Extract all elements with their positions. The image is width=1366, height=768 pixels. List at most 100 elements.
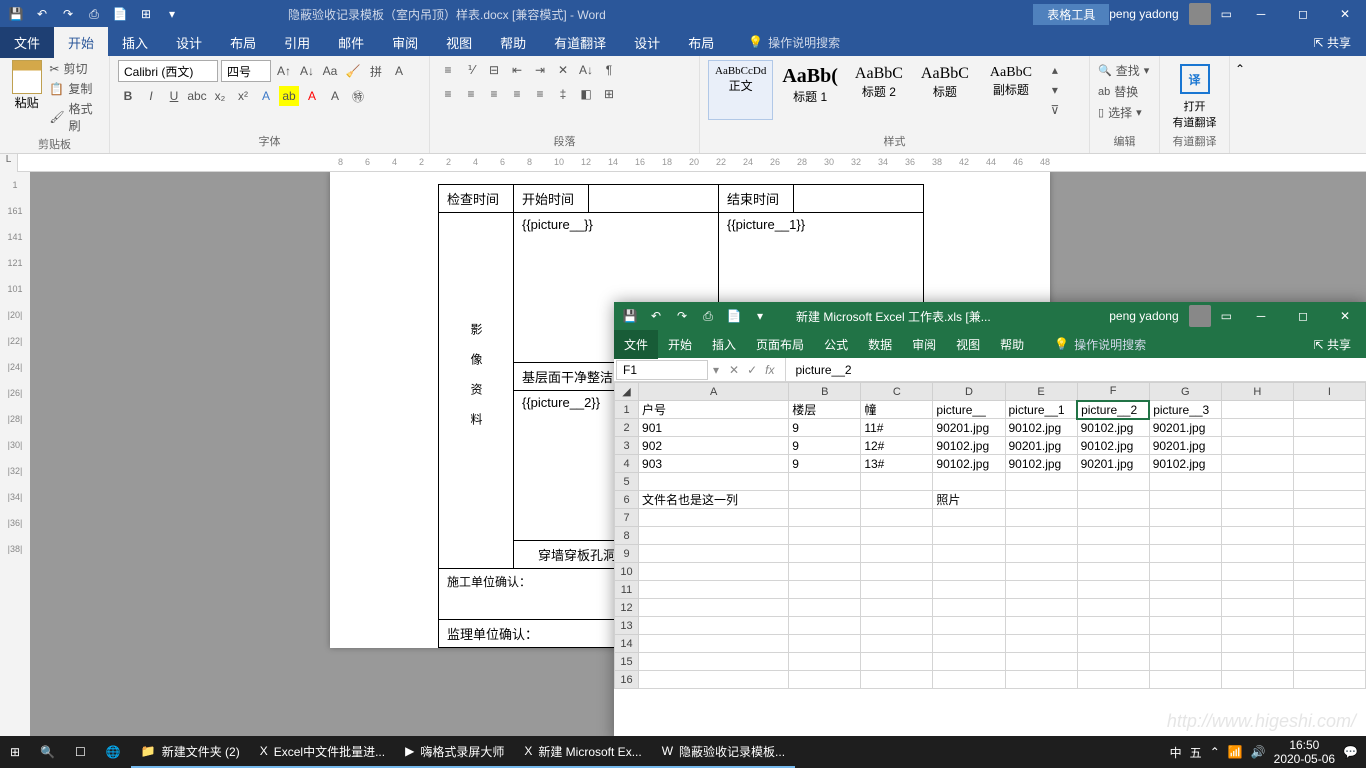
cell-C2[interactable]: 11# bbox=[861, 419, 933, 437]
cell-E15[interactable] bbox=[1005, 653, 1077, 671]
cell-C10[interactable] bbox=[861, 563, 933, 581]
cell-F15[interactable] bbox=[1077, 653, 1149, 671]
cell-D16[interactable] bbox=[933, 671, 1005, 689]
cell-H11[interactable] bbox=[1221, 581, 1293, 599]
taskbar-item-4[interactable]: 📁新建文件夹 (2) bbox=[131, 736, 250, 768]
format-painter-button[interactable]: 🖌 格式刷 bbox=[49, 100, 101, 134]
cell[interactable] bbox=[794, 185, 924, 213]
taskbar-item-7[interactable]: X新建 Microsoft Ex... bbox=[514, 736, 651, 768]
cell-C3[interactable]: 12# bbox=[861, 437, 933, 455]
tab-file[interactable]: 文件 bbox=[0, 27, 54, 58]
cell-I6[interactable] bbox=[1293, 491, 1365, 509]
cell-G11[interactable] bbox=[1149, 581, 1221, 599]
cell-D4[interactable]: 90102.jpg bbox=[933, 455, 1005, 473]
cell-D14[interactable] bbox=[933, 635, 1005, 653]
excel-close-icon[interactable]: ✕ bbox=[1324, 302, 1366, 330]
formula-input[interactable]: picture__2 bbox=[785, 358, 1366, 381]
cell-I16[interactable] bbox=[1293, 671, 1365, 689]
col-header-D[interactable]: D bbox=[933, 383, 1005, 401]
style-normal[interactable]: AaBbCcDd正文 bbox=[708, 60, 773, 120]
paste-button[interactable]: 粘贴 bbox=[8, 60, 45, 134]
cell-I4[interactable] bbox=[1293, 455, 1365, 473]
cell-A9[interactable] bbox=[639, 545, 789, 563]
cell-A12[interactable] bbox=[639, 599, 789, 617]
tab-youdao[interactable]: 有道翻译 bbox=[540, 27, 620, 58]
cell-I12[interactable] bbox=[1293, 599, 1365, 617]
row-header-7[interactable]: 7 bbox=[615, 509, 639, 527]
cell-H2[interactable] bbox=[1221, 419, 1293, 437]
cell-B9[interactable] bbox=[789, 545, 861, 563]
cell-E2[interactable]: 90102.jpg bbox=[1005, 419, 1077, 437]
spreadsheet-grid[interactable]: ◢ABCDEFGHI1户号楼层幢picture__picture__1pictu… bbox=[614, 382, 1366, 689]
select-all[interactable]: ◢ bbox=[615, 383, 639, 401]
excel-tab-review[interactable]: 审阅 bbox=[902, 330, 946, 359]
cell-D7[interactable] bbox=[933, 509, 1005, 527]
cell-B6[interactable] bbox=[789, 491, 861, 509]
cell-C15[interactable] bbox=[861, 653, 933, 671]
row-header-5[interactable]: 5 bbox=[615, 473, 639, 491]
subscript-icon[interactable]: x₂ bbox=[210, 86, 230, 106]
cell-B8[interactable] bbox=[789, 527, 861, 545]
cell-F13[interactable] bbox=[1077, 617, 1149, 635]
tab-references[interactable]: 引用 bbox=[270, 27, 324, 58]
cell-D15[interactable] bbox=[933, 653, 1005, 671]
cell-G6[interactable] bbox=[1149, 491, 1221, 509]
increase-indent-icon[interactable]: ⇥ bbox=[530, 60, 550, 80]
close-icon[interactable]: ✕ bbox=[1324, 0, 1366, 28]
notification-icon[interactable]: 💬 bbox=[1343, 745, 1358, 759]
cell-E7[interactable] bbox=[1005, 509, 1077, 527]
cell-E6[interactable] bbox=[1005, 491, 1077, 509]
vertical-ruler[interactable]: 1161141121101|20||22||24||26||28||30||32… bbox=[0, 172, 30, 744]
cell-G8[interactable] bbox=[1149, 527, 1221, 545]
cell-F10[interactable] bbox=[1077, 563, 1149, 581]
cell-D2[interactable]: 90201.jpg bbox=[933, 419, 1005, 437]
cell-A3[interactable]: 902 bbox=[639, 437, 789, 455]
col-header-I[interactable]: I bbox=[1293, 383, 1365, 401]
excel-tab-help[interactable]: 帮助 bbox=[990, 330, 1034, 359]
enclose-char-icon[interactable]: ㊕ bbox=[348, 86, 368, 106]
row-header-13[interactable]: 13 bbox=[615, 617, 639, 635]
cell-C8[interactable] bbox=[861, 527, 933, 545]
cell-H6[interactable] bbox=[1221, 491, 1293, 509]
col-header-G[interactable]: G bbox=[1149, 383, 1221, 401]
excel-ribbon-mode-icon[interactable]: ▭ bbox=[1221, 309, 1232, 323]
col-header-E[interactable]: E bbox=[1005, 383, 1077, 401]
ime-indicator2[interactable]: 五 bbox=[1190, 744, 1202, 761]
tab-view[interactable]: 视图 bbox=[432, 27, 486, 58]
cell-D13[interactable] bbox=[933, 617, 1005, 635]
cell-G2[interactable]: 90201.jpg bbox=[1149, 419, 1221, 437]
char-border-icon[interactable]: A bbox=[389, 61, 409, 81]
tab-home[interactable]: 开始 bbox=[54, 27, 108, 58]
cell-A13[interactable] bbox=[639, 617, 789, 635]
cell-D3[interactable]: 90102.jpg bbox=[933, 437, 1005, 455]
phonetic-icon[interactable]: 拼 bbox=[366, 61, 386, 81]
cell-C1[interactable]: 幢 bbox=[861, 401, 933, 419]
cell-I3[interactable] bbox=[1293, 437, 1365, 455]
cell-H15[interactable] bbox=[1221, 653, 1293, 671]
asian-layout-icon[interactable]: ✕ bbox=[553, 60, 573, 80]
cell-G16[interactable] bbox=[1149, 671, 1221, 689]
grow-font-icon[interactable]: A↑ bbox=[274, 61, 294, 81]
cell-F8[interactable] bbox=[1077, 527, 1149, 545]
cell-C12[interactable] bbox=[861, 599, 933, 617]
style-title[interactable]: AaBbC标题 bbox=[913, 60, 977, 120]
align-right-icon[interactable]: ≡ bbox=[484, 84, 504, 104]
cell-F5[interactable] bbox=[1077, 473, 1149, 491]
row-header-11[interactable]: 11 bbox=[615, 581, 639, 599]
cell-A8[interactable] bbox=[639, 527, 789, 545]
cell-E16[interactable] bbox=[1005, 671, 1077, 689]
clear-format-icon[interactable]: 🧹 bbox=[343, 61, 363, 81]
row-header-15[interactable]: 15 bbox=[615, 653, 639, 671]
cell-check-time[interactable]: 检查时间 bbox=[439, 185, 514, 213]
cell-F12[interactable] bbox=[1077, 599, 1149, 617]
cell-I1[interactable] bbox=[1293, 401, 1365, 419]
excel-redo-icon[interactable]: ↷ bbox=[674, 308, 690, 324]
decrease-indent-icon[interactable]: ⇤ bbox=[507, 60, 527, 80]
char-shading-icon[interactable]: A bbox=[325, 86, 345, 106]
cell-B1[interactable]: 楼层 bbox=[789, 401, 861, 419]
excel-avatar[interactable] bbox=[1189, 305, 1211, 327]
avatar[interactable] bbox=[1189, 3, 1211, 25]
row-header-10[interactable]: 10 bbox=[615, 563, 639, 581]
find-button[interactable]: 🔍 查找 ▾ bbox=[1098, 60, 1151, 81]
styles-scroll-up-icon[interactable]: ▴ bbox=[1045, 60, 1065, 80]
